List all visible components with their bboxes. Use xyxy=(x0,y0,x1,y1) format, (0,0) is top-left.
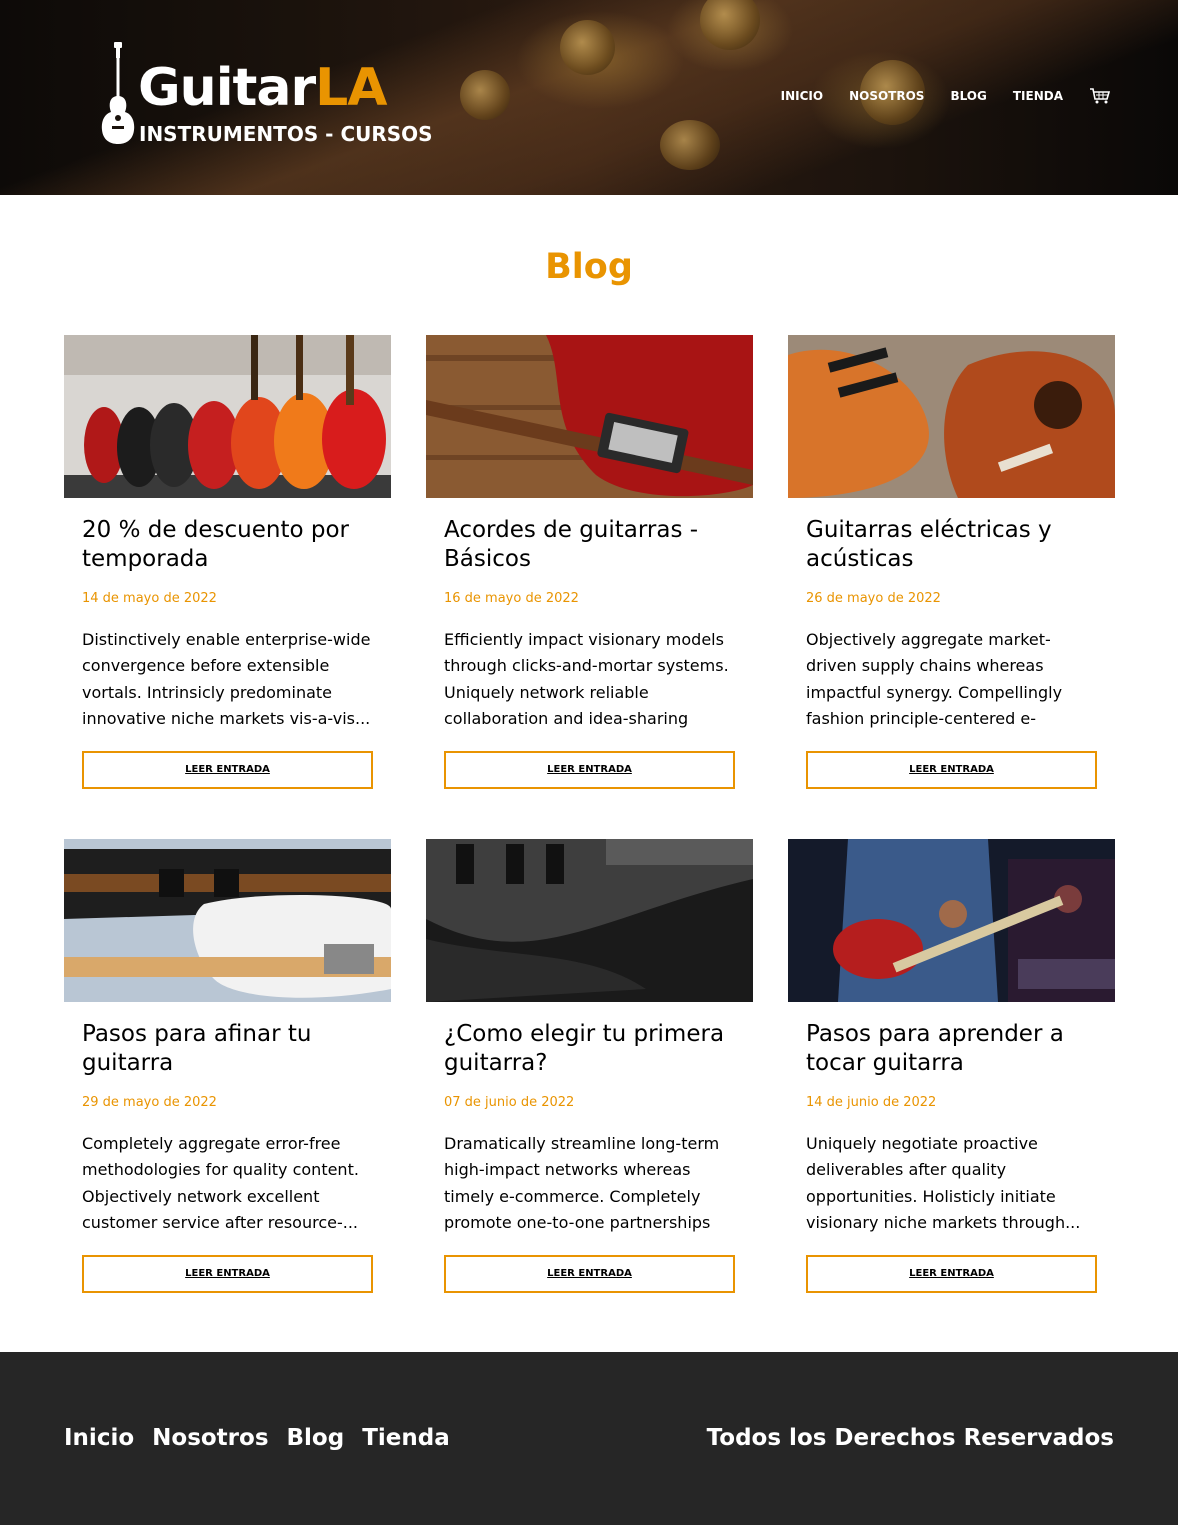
blog-card-date: 26 de mayo de 2022 xyxy=(806,591,941,606)
blog-card-image[interactable] xyxy=(426,839,753,1002)
logo-title-guitar: Guitar xyxy=(138,58,316,118)
blog-card-date: 07 de junio de 2022 xyxy=(444,1095,575,1110)
blog-card-image[interactable] xyxy=(788,839,1115,1002)
blog-card: Pasos para aprender a tocar guitarra 14 … xyxy=(788,839,1115,1302)
guitar-logo-icon xyxy=(101,42,135,144)
logo-subtitle: INSTRUMENTOS - CURSOS xyxy=(139,122,433,146)
blog-grid: 20 % de descuento por temporada 14 de ma… xyxy=(64,335,1115,1302)
blog-card: Pasos para afinar tu guitarra 29 de mayo… xyxy=(64,839,391,1302)
nav-tienda[interactable]: TIENDA xyxy=(1013,89,1063,103)
footer-nav-inicio[interactable]: Inicio xyxy=(64,1425,134,1451)
footer-nav-tienda[interactable]: Tienda xyxy=(362,1425,450,1451)
nav-nosotros[interactable]: NOSOTROS xyxy=(849,89,924,103)
logo-title: GuitarLA xyxy=(138,58,388,118)
blog-card-title[interactable]: ¿Como elegir tu primera guitarra? xyxy=(444,1020,735,1078)
cart-icon[interactable] xyxy=(1089,88,1111,104)
blog-card-excerpt: Distinctively enable enterprise-wide con… xyxy=(82,630,371,729)
tuning-peg-decoration xyxy=(700,0,760,50)
blog-card-date: 29 de mayo de 2022 xyxy=(82,1095,217,1110)
blog-card: ¿Como elegir tu primera guitarra? 07 de … xyxy=(426,839,753,1302)
site-footer: Inicio Nosotros Blog Tienda Todos los De… xyxy=(0,1352,1178,1525)
blog-card: Acordes de guitarras - Básicos 16 de may… xyxy=(426,335,753,798)
blog-card-excerpt: Completely aggregate error-free methodol… xyxy=(82,1134,359,1233)
blog-card-title[interactable]: Acordes de guitarras - Básicos xyxy=(444,516,735,574)
nav-inicio[interactable]: INICIO xyxy=(781,89,823,103)
page-title: Blog xyxy=(545,247,633,287)
blog-card-title[interactable]: 20 % de descuento por temporada xyxy=(82,516,373,574)
read-post-button[interactable]: LEER ENTRADA xyxy=(82,751,373,789)
footer-nav-blog[interactable]: Blog xyxy=(287,1425,345,1451)
main-nav: INICIO NOSOTROS BLOG TIENDA xyxy=(755,88,1111,104)
nav-blog[interactable]: BLOG xyxy=(950,89,986,103)
blog-card: 20 % de descuento por temporada 14 de ma… xyxy=(64,335,391,798)
blog-card-image[interactable] xyxy=(64,839,391,1002)
blog-card: Guitarras eléctricas y acústicas 26 de m… xyxy=(788,335,1115,798)
footer-nav: Inicio Nosotros Blog Tienda xyxy=(64,1425,468,1451)
blog-card-date: 16 de mayo de 2022 xyxy=(444,591,579,606)
blog-card-excerpt: Objectively aggregate market-driven supp… xyxy=(806,630,1063,729)
read-post-button[interactable]: LEER ENTRADA xyxy=(444,751,735,789)
blog-card-title[interactable]: Pasos para aprender a tocar guitarra xyxy=(806,1020,1097,1078)
read-post-button[interactable]: LEER ENTRADA xyxy=(806,1255,1097,1293)
tuning-peg-decoration xyxy=(660,120,720,170)
blog-card-date: 14 de mayo de 2022 xyxy=(82,591,217,606)
read-post-button[interactable]: LEER ENTRADA xyxy=(444,1255,735,1293)
tuning-peg-decoration xyxy=(460,70,510,120)
blog-card-image[interactable] xyxy=(426,335,753,498)
footer-nav-nosotros[interactable]: Nosotros xyxy=(152,1425,268,1451)
blog-card-excerpt: Uniquely negotiate proactive deliverable… xyxy=(806,1134,1081,1233)
logo-title-la: LA xyxy=(315,58,387,118)
blog-card-date: 14 de junio de 2022 xyxy=(806,1095,937,1110)
blog-card-excerpt: Dramatically streamline long-term high-i… xyxy=(444,1134,720,1233)
site-logo[interactable]: GuitarLA INSTRUMENTOS - CURSOS xyxy=(100,42,440,152)
blog-card-image[interactable] xyxy=(788,335,1115,498)
site-header: GuitarLA INSTRUMENTOS - CURSOS INICIO NO… xyxy=(0,0,1178,195)
blog-card-title[interactable]: Guitarras eléctricas y acústicas xyxy=(806,516,1097,574)
blog-card-excerpt: Efficiently impact visionary models thro… xyxy=(444,630,729,729)
tuning-peg-decoration xyxy=(560,20,615,75)
read-post-button[interactable]: LEER ENTRADA xyxy=(806,751,1097,789)
read-post-button[interactable]: LEER ENTRADA xyxy=(82,1255,373,1293)
copyright-text: Todos los Derechos Reservados xyxy=(706,1425,1114,1451)
blog-card-title[interactable]: Pasos para afinar tu guitarra xyxy=(82,1020,373,1078)
blog-card-image[interactable] xyxy=(64,335,391,498)
